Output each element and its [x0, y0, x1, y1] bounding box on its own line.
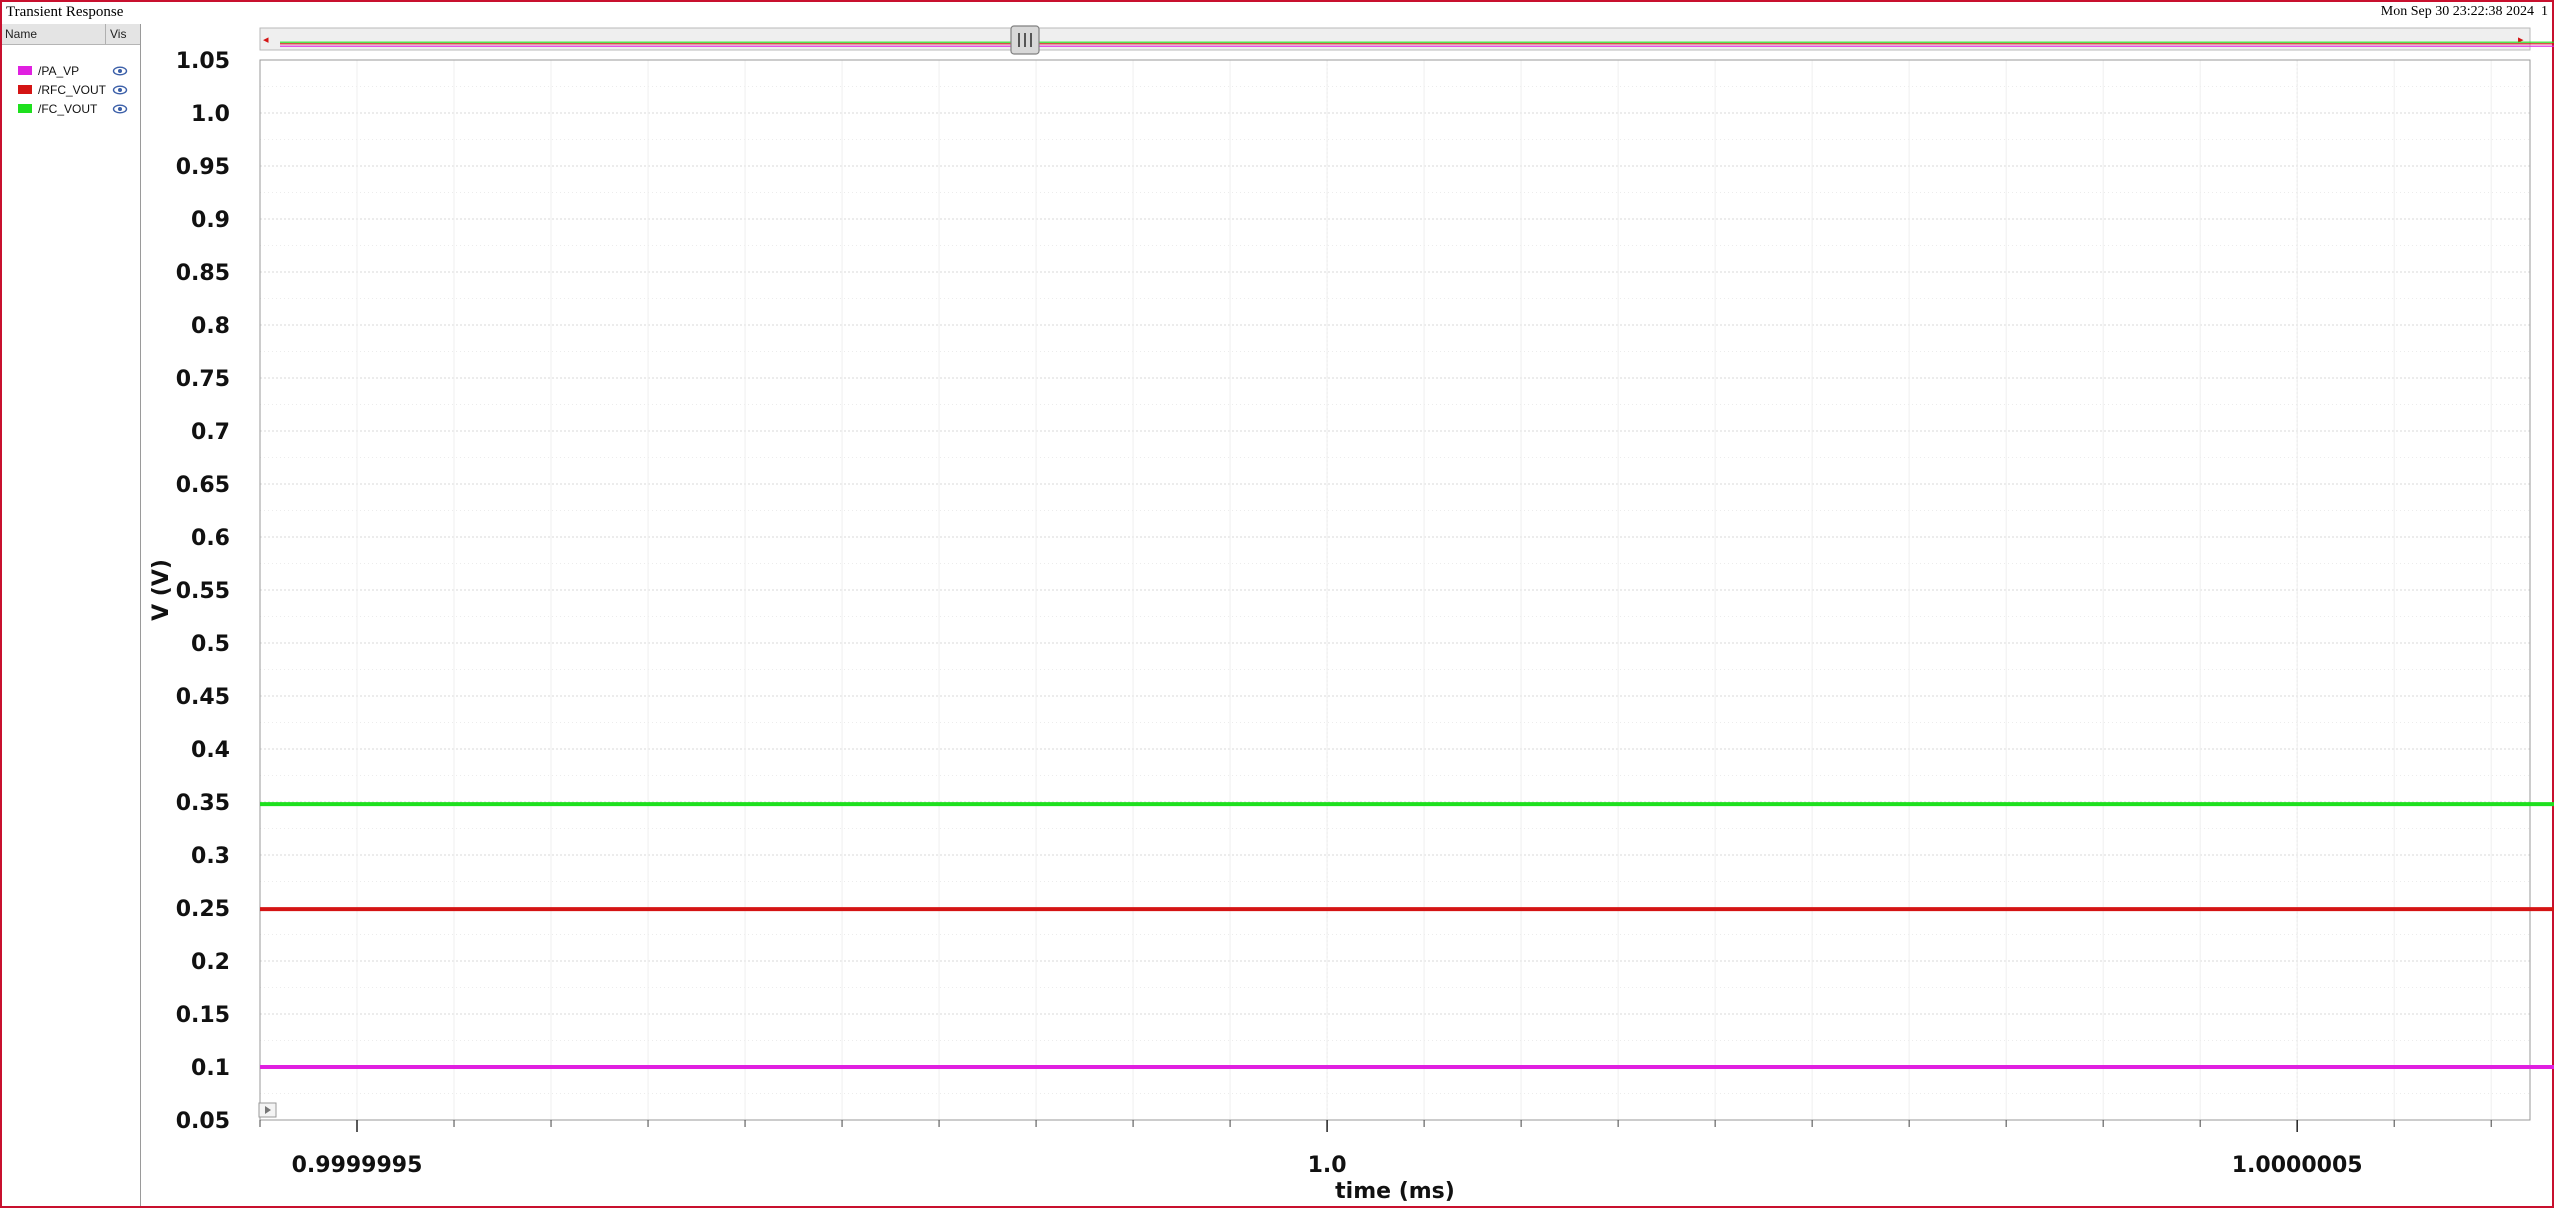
x-axis-title: time (ms) [1335, 1179, 1455, 1204]
overview-scrollbar[interactable]: ◂ ▸ [259, 25, 2554, 55]
y-tick-label: 0.2 [191, 950, 230, 975]
y-tick-label: 0.6 [191, 526, 230, 551]
y-axis-title: V (V) [149, 559, 174, 621]
tick-group [259, 1120, 2492, 1132]
y-tick-label: 0.25 [176, 897, 230, 922]
series-line-fcvout[interactable] [260, 91, 2554, 807]
y-tick-label: 0.9 [191, 208, 230, 233]
play-icon[interactable] [258, 1102, 277, 1118]
thumb-grip-icon[interactable] [1010, 25, 1040, 55]
series-line-rfcvout[interactable] [260, 90, 2554, 912]
y-tick-label: 0.05 [176, 1109, 230, 1134]
y-tick-label: 0.85 [176, 261, 230, 286]
scroll-left-arrow[interactable]: ◂ [263, 34, 269, 46]
y-tick-label: 0.3 [191, 844, 230, 869]
y-tick-label: 0.35 [176, 791, 230, 816]
x-tick-label: 1.0 [1308, 1153, 1347, 1178]
x-tick-label: 0.9999995 [292, 1153, 423, 1178]
tick-labels: 0.05 0.1 0.15 0.2 0.25 0.3 0.35 0.4 0.45 0.5 0.55 0… [176, 49, 2363, 1178]
plot-area: ◂ ▸ 0.050.10.150.20.250.30.350.40.450.50… [149, 25, 2554, 1204]
y-tick-label: 1.05 [176, 49, 230, 74]
y-tick-label: 0.4 [191, 738, 230, 763]
series-group [260, 90, 2554, 1069]
y-tick-label: 0.45 [176, 685, 230, 710]
y-tick-label: 0.15 [176, 1003, 230, 1028]
y-tick-label: 0.1 [191, 1056, 230, 1081]
y-tick-label: 0.95 [176, 155, 230, 180]
grid [259, 59, 2530, 1121]
x-tick-label: 1.0000005 [2232, 1153, 2363, 1178]
y-tick-label: 1.0 [191, 102, 230, 127]
y-tick-label: 0.5 [191, 632, 230, 657]
y-tick-label: 0.8 [191, 314, 230, 339]
y-tick-label: 0.75 [176, 367, 230, 392]
y-tick-label: 0.65 [176, 473, 230, 498]
y-tick-label: 0.55 [176, 579, 230, 604]
y-tick-label: 0.7 [191, 420, 230, 445]
